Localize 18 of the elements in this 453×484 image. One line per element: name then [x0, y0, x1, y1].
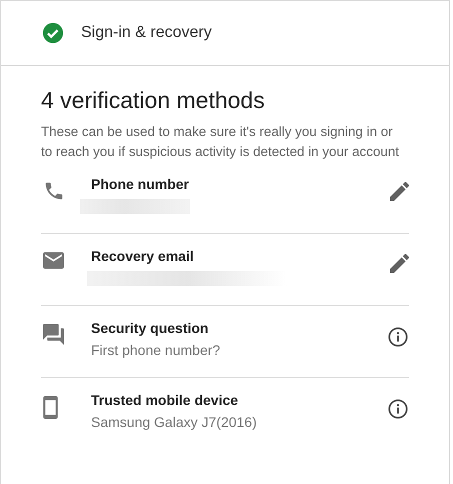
info-icon[interactable] [387, 398, 409, 420]
method-title: Phone number [91, 176, 190, 194]
section-title: Sign-in & recovery [81, 24, 212, 42]
chat-icon [43, 324, 64, 345]
phone-icon [43, 180, 65, 202]
envelope-icon [43, 252, 64, 269]
description: These can be used to make sure it's really you signing in or to reach you if suspicious activity is detected in your account [41, 123, 400, 161]
method-value: Samsung Galaxy J7(2016) [91, 414, 258, 430]
smartphone-icon [43, 396, 58, 419]
method-value: First phone number? [91, 342, 222, 358]
info-icon[interactable] [387, 326, 409, 348]
method-title: Trusted mobile device [91, 392, 240, 410]
edit-icon[interactable] [390, 254, 409, 273]
edit-icon[interactable] [390, 182, 409, 201]
check-circle-icon [42, 22, 64, 44]
method-title: Security question [91, 320, 210, 338]
heading: 4 verification methods [41, 87, 266, 114]
method-title: Recovery email [91, 248, 195, 266]
